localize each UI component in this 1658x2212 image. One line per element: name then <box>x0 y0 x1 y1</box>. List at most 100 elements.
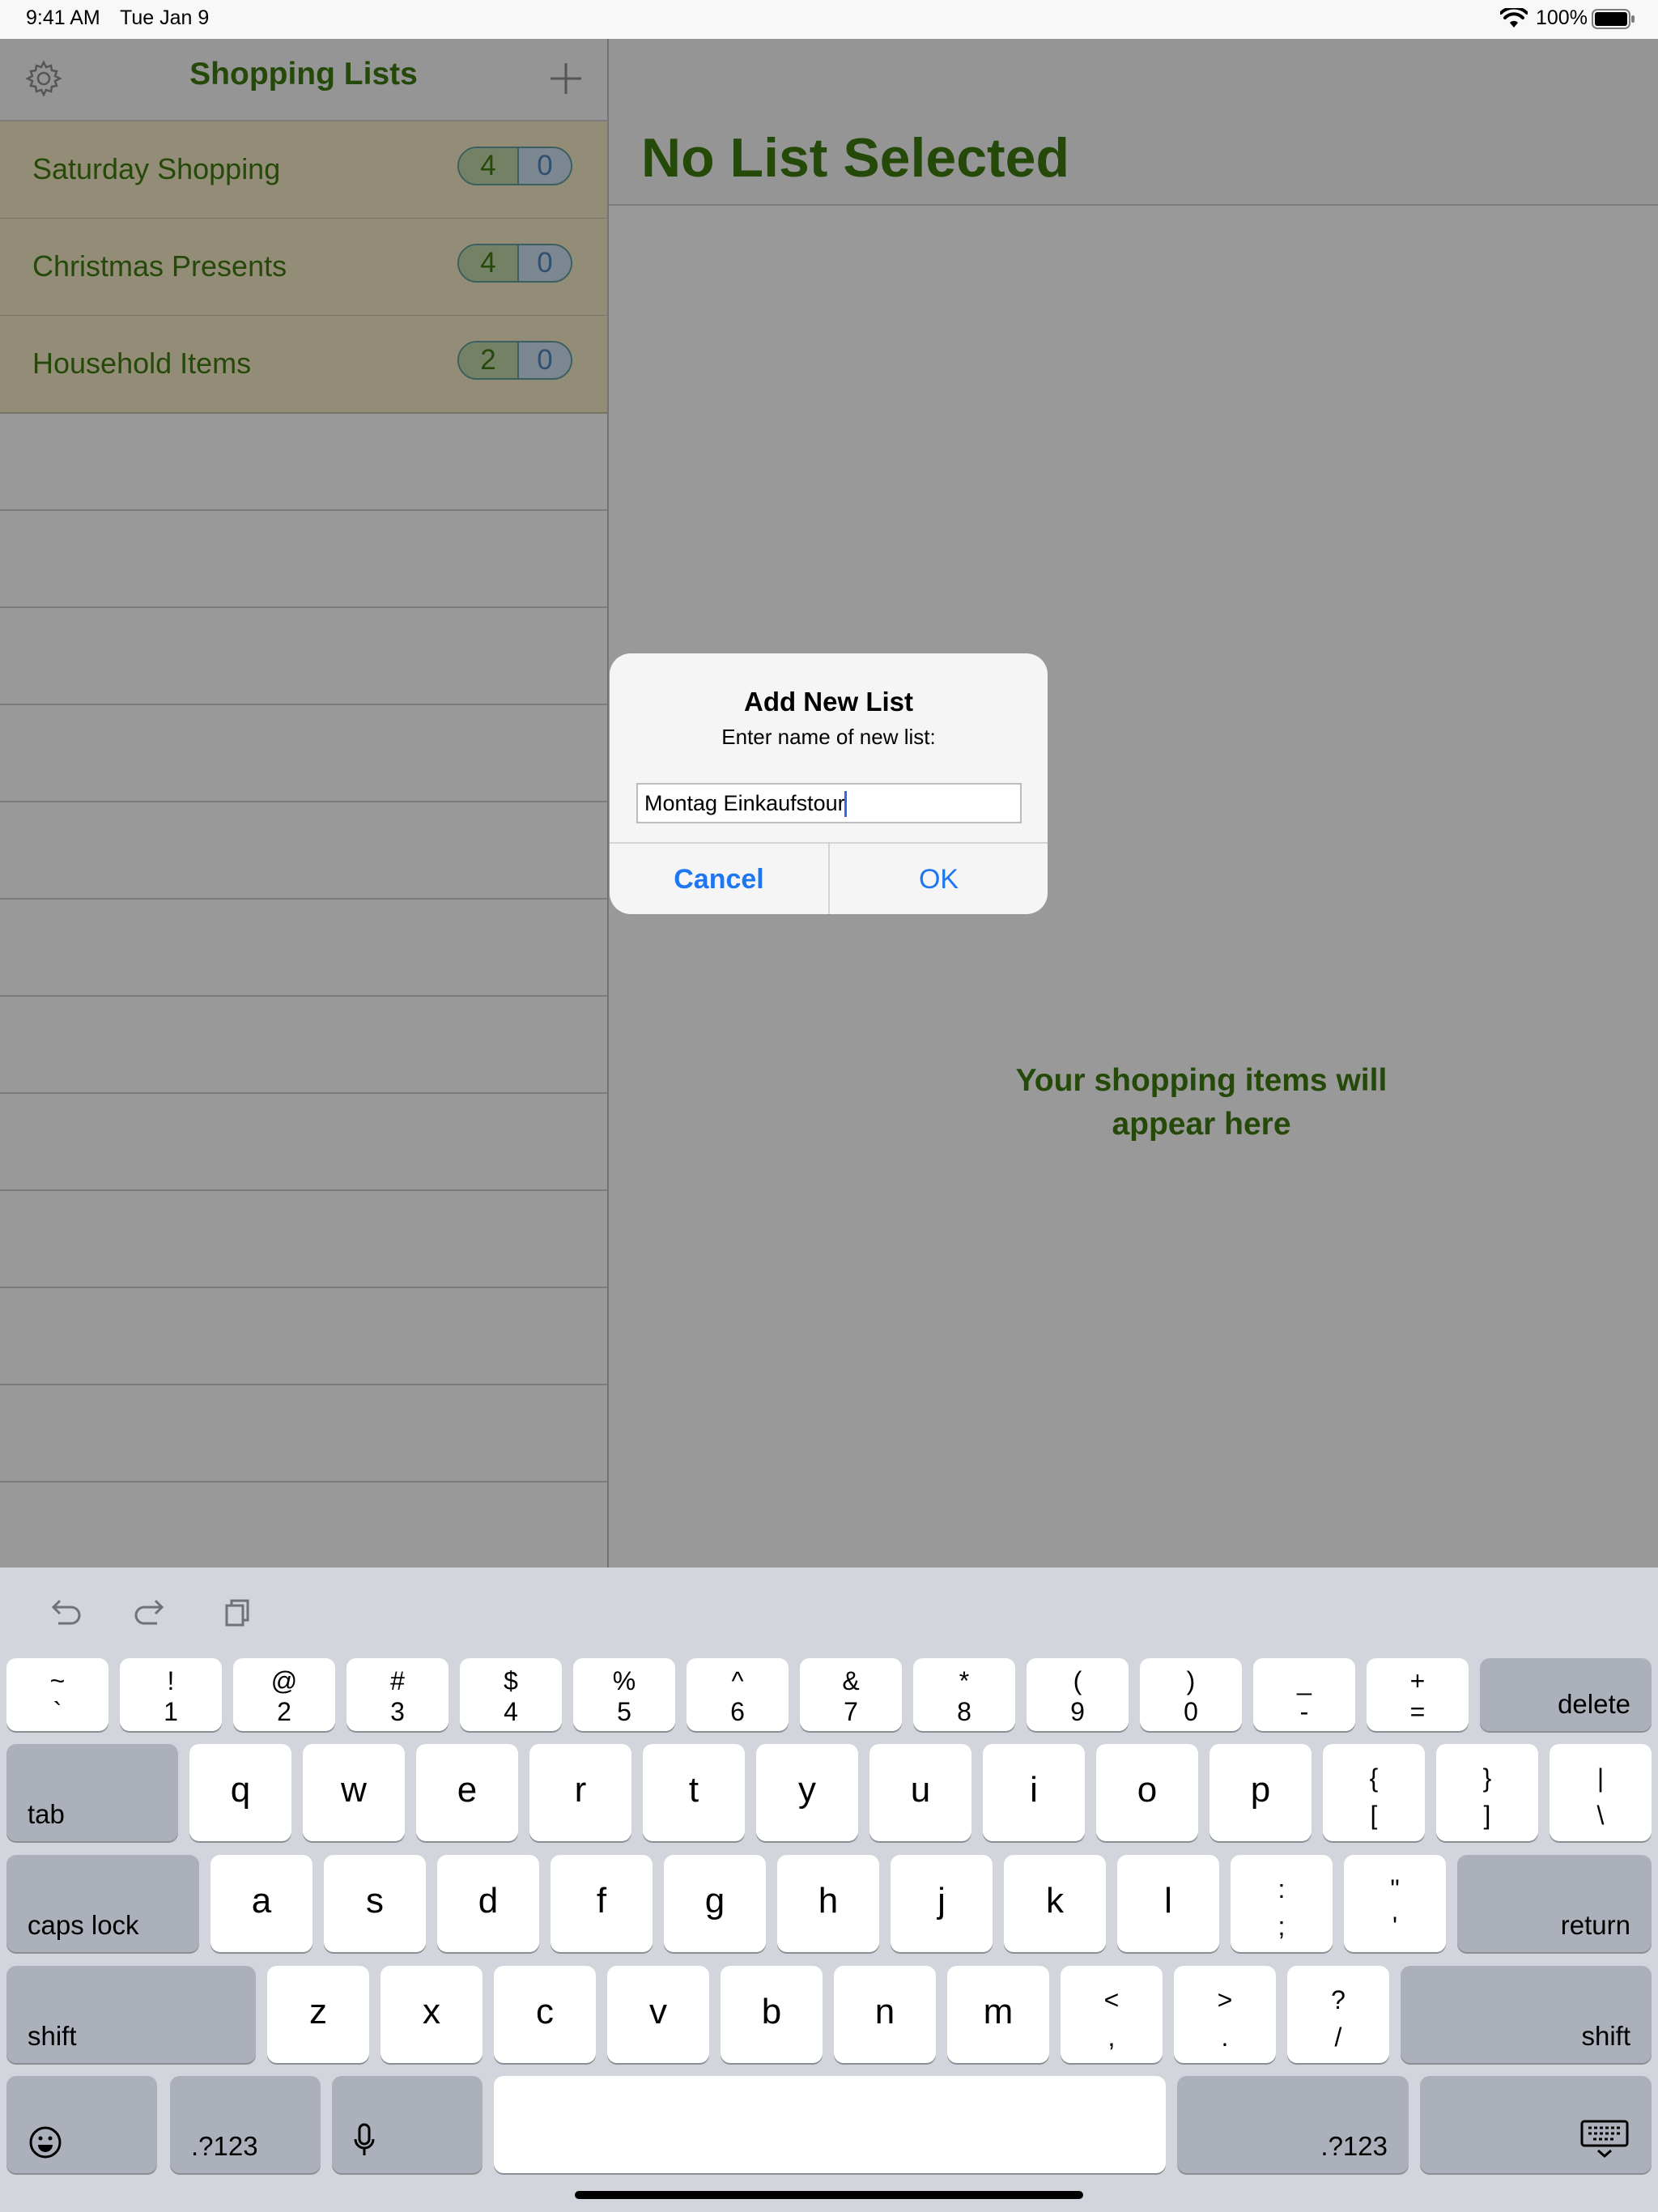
key-semicolon[interactable]: :; <box>1231 1855 1333 1952</box>
key-b[interactable]: b <box>721 1966 823 2063</box>
key-i[interactable]: i <box>983 1744 1085 1841</box>
key-j[interactable]: j <box>891 1855 993 1952</box>
key-symbol: 7 <box>844 1697 858 1726</box>
numbers-key-right[interactable]: .?123 <box>1177 2076 1409 2173</box>
key-shift-symbol: ( <box>1073 1666 1082 1695</box>
key-minus[interactable]: _ - <box>1253 1658 1355 1731</box>
key-open-bracket[interactable]: {[ <box>1323 1744 1425 1841</box>
key-shift-symbol: | <box>1596 1763 1605 1793</box>
key-p[interactable]: p <box>1209 1744 1312 1841</box>
emoji-icon <box>29 2126 62 2159</box>
key-8[interactable]: * 8 <box>913 1658 1015 1731</box>
key-e[interactable]: e <box>416 1744 518 1841</box>
numbers-key[interactable]: .?123 <box>170 2076 321 2173</box>
key-7[interactable]: & 7 <box>800 1658 902 1731</box>
key-shift-symbol: ? <box>1331 1985 1346 2014</box>
hide-keyboard-key[interactable] <box>1420 2076 1652 2173</box>
key-close-bracket[interactable]: }] <box>1436 1744 1538 1841</box>
key-slash[interactable]: ? / <box>1287 1966 1389 2063</box>
key-symbol: 6 <box>730 1697 745 1726</box>
keyboard: ~ ` ! 1 @2 #3 $4 % 5 ^ 6 & 7 * 8 (9 ) 0 _ - + = d… <box>0 1568 1658 2212</box>
return-key[interactable]: return <box>1457 1855 1652 1952</box>
key-label: y <box>798 1770 816 1810</box>
microphone-icon <box>354 2123 375 2155</box>
key-backslash[interactable]: | \ <box>1550 1744 1652 1841</box>
key-quote[interactable]: " ' <box>1344 1855 1446 1952</box>
caps-lock-key[interactable]: caps lock <box>6 1855 199 1952</box>
key-symbol: ; <box>1278 1912 1286 1941</box>
key-symbol: 9 <box>1070 1697 1085 1726</box>
key-u[interactable]: u <box>869 1744 971 1841</box>
shift-left-key[interactable]: shift <box>6 1966 256 2063</box>
key-c[interactable]: c <box>494 1966 596 2063</box>
key-label: h <box>818 1881 839 1921</box>
key-shift-symbol: & <box>842 1666 860 1695</box>
key-label: return <box>1560 1910 1630 1940</box>
redo-icon[interactable] <box>130 1593 172 1635</box>
key-y[interactable]: y <box>756 1744 858 1841</box>
key-shift-symbol: _ <box>1297 1666 1312 1695</box>
emoji-key[interactable] <box>6 2076 157 2173</box>
key-equals[interactable]: + = <box>1367 1658 1469 1731</box>
key-label: u <box>910 1770 931 1810</box>
key-s[interactable]: s <box>324 1855 426 1952</box>
key-6[interactable]: ^ 6 <box>687 1658 789 1731</box>
key-symbol: \ <box>1596 1801 1605 1830</box>
key-5[interactable]: % 5 <box>573 1658 675 1731</box>
key-l[interactable]: l <box>1117 1855 1219 1952</box>
key-m[interactable]: m <box>947 1966 1049 2063</box>
ok-button[interactable]: OK <box>830 844 1048 914</box>
key-h[interactable]: h <box>777 1855 879 1952</box>
key-x[interactable]: x <box>380 1966 483 2063</box>
key-backtick[interactable]: ~ ` <box>6 1658 108 1731</box>
key-9[interactable]: (9 <box>1027 1658 1129 1731</box>
key-k[interactable]: k <box>1004 1855 1106 1952</box>
key-comma[interactable]: <, <box>1061 1966 1163 2063</box>
key-3[interactable]: #3 <box>346 1658 449 1731</box>
key-label: b <box>761 1992 782 2031</box>
cancel-button[interactable]: Cancel <box>610 844 830 914</box>
key-symbol: 2 <box>277 1697 291 1726</box>
status-bar: 9:41 AM Tue Jan 9 100% <box>0 0 1658 39</box>
microphone-key[interactable] <box>332 2076 483 2173</box>
paste-icon[interactable] <box>217 1593 259 1635</box>
key-label: z <box>309 1992 327 2031</box>
key-label: c <box>536 1992 554 2031</box>
key-r[interactable]: r <box>529 1744 631 1841</box>
key-shift-symbol: $ <box>504 1666 518 1695</box>
undo-icon[interactable] <box>44 1593 86 1635</box>
key-symbol: - <box>1299 1697 1309 1726</box>
key-label: n <box>874 1992 895 2031</box>
key-v[interactable]: v <box>607 1966 709 2063</box>
list-name-input[interactable] <box>636 783 1022 823</box>
key-label: s <box>366 1881 384 1921</box>
key-period[interactable]: >. <box>1174 1966 1276 2063</box>
key-symbol: . <box>1221 2023 1229 2052</box>
key-label: m <box>983 1992 1014 2031</box>
key-symbol: = <box>1409 1697 1426 1726</box>
key-label: d <box>478 1881 499 1921</box>
key-4[interactable]: $4 <box>460 1658 562 1731</box>
status-time: 9:41 AM <box>26 6 100 29</box>
delete-key[interactable]: delete <box>1480 1658 1652 1731</box>
shift-right-key[interactable]: shift <box>1401 1966 1652 2063</box>
key-label: t <box>688 1770 699 1810</box>
key-w[interactable]: w <box>303 1744 405 1841</box>
key-0[interactable]: ) 0 <box>1140 1658 1242 1731</box>
key-symbol: , <box>1107 2023 1116 2052</box>
space-bar[interactable] <box>494 2076 1166 2173</box>
key-o[interactable]: o <box>1096 1744 1198 1841</box>
key-2[interactable]: @2 <box>233 1658 335 1731</box>
key-1[interactable]: ! 1 <box>120 1658 222 1731</box>
key-g[interactable]: g <box>664 1855 766 1952</box>
status-date: Tue Jan 9 <box>120 6 210 29</box>
key-a[interactable]: a <box>210 1855 312 1952</box>
key-n[interactable]: n <box>834 1966 936 2063</box>
key-symbol: 0 <box>1184 1697 1198 1726</box>
key-z[interactable]: z <box>267 1966 369 2063</box>
key-q[interactable]: q <box>189 1744 291 1841</box>
tab-key[interactable]: tab <box>6 1744 178 1841</box>
key-d[interactable]: d <box>437 1855 539 1952</box>
key-f[interactable]: f <box>551 1855 653 1952</box>
key-t[interactable]: t <box>643 1744 745 1841</box>
